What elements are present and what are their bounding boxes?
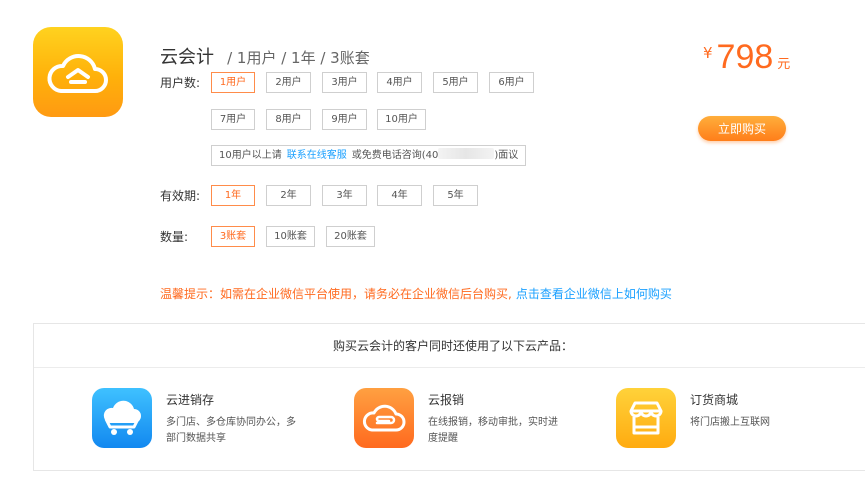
- cloud-cart-icon: [92, 388, 152, 448]
- option-quantity-10[interactable]: 10账套: [266, 226, 315, 247]
- option-quantity-20[interactable]: 20账套: [326, 226, 375, 247]
- contact-suffix: )面议: [494, 150, 519, 161]
- option-users-5[interactable]: 5用户: [433, 72, 478, 93]
- buy-now-button[interactable]: 立即购买: [698, 116, 786, 141]
- option-period-2[interactable]: 2年: [266, 185, 311, 206]
- warm-tip: 温馨提示：如需在企业微信平台使用，请务必在企业微信后台购买, 点击查看企业微信上如…: [160, 285, 672, 302]
- price-amount: 798: [716, 38, 774, 76]
- product-desc-expense: 在线报销，移动审批，实时进度提醒: [428, 417, 558, 444]
- product-name-inventory: 云进销存: [166, 393, 215, 407]
- option-users-1[interactable]: 1用户: [211, 72, 255, 93]
- related-products-header: 购买云会计的客户同时还使用了以下云产品：: [34, 324, 865, 368]
- contact-phone-prefix: 或免费电话咨询(40: [351, 150, 439, 161]
- option-period-4[interactable]: 4年: [377, 185, 422, 206]
- related-products-panel: 购买云会计的客户同时还使用了以下云产品： 云进销存 多门店、多仓库协同办公，多部…: [33, 323, 865, 471]
- product-spec: / 1用户 / 1年 / 3账套: [227, 49, 370, 67]
- option-period-1[interactable]: 1年: [211, 185, 255, 206]
- option-users-2[interactable]: 2用户: [266, 72, 311, 93]
- users-label: 用户数:: [160, 76, 201, 90]
- product-desc-mall: 将门店搬上互联网: [690, 417, 770, 428]
- option-quantity-3[interactable]: 3账套: [211, 226, 255, 247]
- price-currency: ¥: [703, 44, 713, 62]
- online-service-link[interactable]: 联系在线客服: [287, 150, 347, 161]
- option-users-8[interactable]: 8用户: [266, 109, 311, 130]
- cloud-app-icon: [33, 27, 123, 117]
- option-users-6[interactable]: 6用户: [489, 72, 534, 93]
- product-name-expense: 云报销: [428, 393, 465, 407]
- contact-service-box: 10用户以上请 联系在线客服 或免费电话咨询(40 )面议: [211, 145, 526, 166]
- price: ¥798 元: [703, 38, 790, 77]
- contact-prefix: 10用户以上请: [219, 150, 282, 161]
- option-period-5[interactable]: 5年: [433, 185, 478, 206]
- option-users-9[interactable]: 9用户: [322, 109, 367, 130]
- option-users-7[interactable]: 7用户: [211, 109, 255, 130]
- cloud-clip-icon: [354, 388, 414, 448]
- price-unit: 元: [777, 57, 791, 72]
- quantity-label: 数量:: [160, 230, 189, 244]
- phone-number-mask: [438, 148, 495, 159]
- product-name: 云会计: [160, 47, 214, 68]
- option-period-3[interactable]: 3年: [322, 185, 367, 206]
- product-desc-inventory: 多门店、多仓库协同办公，多部门数据共享: [166, 417, 296, 444]
- wecom-purchase-link[interactable]: 点击查看企业微信上如何购买: [516, 287, 672, 301]
- product-name-mall: 订货商城: [690, 393, 739, 407]
- option-users-10[interactable]: 10用户: [377, 109, 426, 130]
- option-users-4[interactable]: 4用户: [377, 72, 422, 93]
- product-title: 云会计 / 1用户 / 1年 / 3账套: [160, 43, 370, 69]
- storefront-icon: [616, 388, 676, 448]
- tip-text: 温馨提示：如需在企业微信平台使用，请务必在企业微信后台购买,: [160, 287, 512, 301]
- option-users-3[interactable]: 3用户: [322, 72, 367, 93]
- period-label: 有效期:: [160, 189, 201, 203]
